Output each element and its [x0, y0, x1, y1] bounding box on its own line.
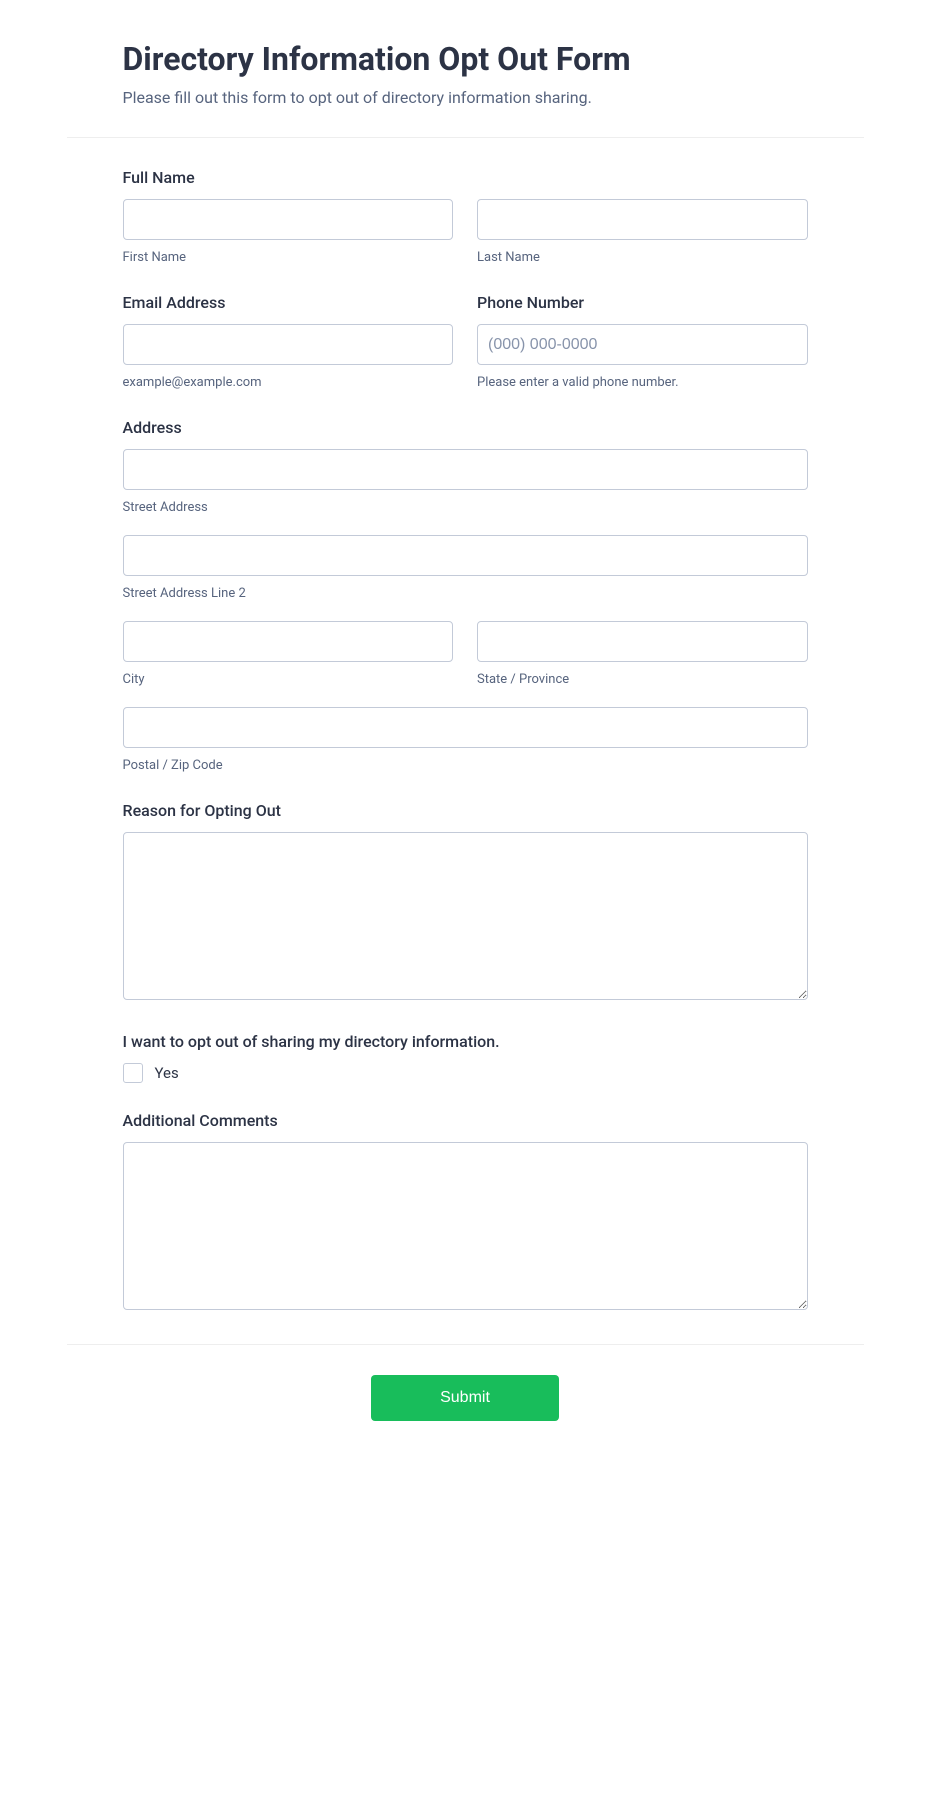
form-footer: Submit — [67, 1344, 864, 1471]
full-name-label: Full Name — [123, 168, 808, 187]
postal-code-sublabel: Postal / Zip Code — [123, 758, 808, 773]
comments-textarea[interactable] — [123, 1142, 808, 1310]
reason-label: Reason for Opting Out — [123, 801, 808, 820]
optout-label: I want to opt out of sharing my director… — [123, 1032, 808, 1051]
full-name-group: Full Name First Name Last Name — [123, 168, 808, 265]
state-input[interactable] — [477, 621, 808, 662]
first-name-input[interactable] — [123, 199, 454, 240]
contact-group: Email Address example@example.com Phone … — [123, 293, 808, 390]
street-address-2-sublabel: Street Address Line 2 — [123, 586, 808, 601]
optout-group: I want to opt out of sharing my director… — [123, 1032, 808, 1083]
city-sublabel: City — [123, 672, 454, 687]
email-label: Email Address — [123, 293, 454, 312]
street-address-2-input[interactable] — [123, 535, 808, 576]
form-header: Directory Information Opt Out Form Pleas… — [67, 0, 864, 138]
last-name-sublabel: Last Name — [477, 250, 808, 265]
street-address-sublabel: Street Address — [123, 500, 808, 515]
reason-group: Reason for Opting Out — [123, 801, 808, 1004]
form-body: Full Name First Name Last Name Email Add… — [67, 138, 864, 1344]
reason-textarea[interactable] — [123, 832, 808, 1000]
city-input[interactable] — [123, 621, 454, 662]
page-subtitle: Please fill out this form to opt out of … — [123, 88, 808, 107]
postal-code-input[interactable] — [123, 707, 808, 748]
optout-yes-checkbox[interactable] — [123, 1063, 143, 1083]
phone-label: Phone Number — [477, 293, 808, 312]
optout-yes-label: Yes — [155, 1064, 179, 1082]
form-container: Directory Information Opt Out Form Pleas… — [67, 0, 864, 1471]
email-input[interactable] — [123, 324, 454, 365]
email-sublabel: example@example.com — [123, 375, 454, 390]
street-address-input[interactable] — [123, 449, 808, 490]
submit-button[interactable]: Submit — [371, 1375, 559, 1421]
address-label: Address — [123, 418, 808, 437]
comments-group: Additional Comments — [123, 1111, 808, 1314]
page-title: Directory Information Opt Out Form — [123, 40, 808, 78]
comments-label: Additional Comments — [123, 1111, 808, 1130]
address-group: Address Street Address Street Address Li… — [123, 418, 808, 773]
last-name-input[interactable] — [477, 199, 808, 240]
state-sublabel: State / Province — [477, 672, 808, 687]
first-name-sublabel: First Name — [123, 250, 454, 265]
phone-input[interactable] — [477, 324, 808, 365]
phone-sublabel: Please enter a valid phone number. — [477, 375, 808, 390]
